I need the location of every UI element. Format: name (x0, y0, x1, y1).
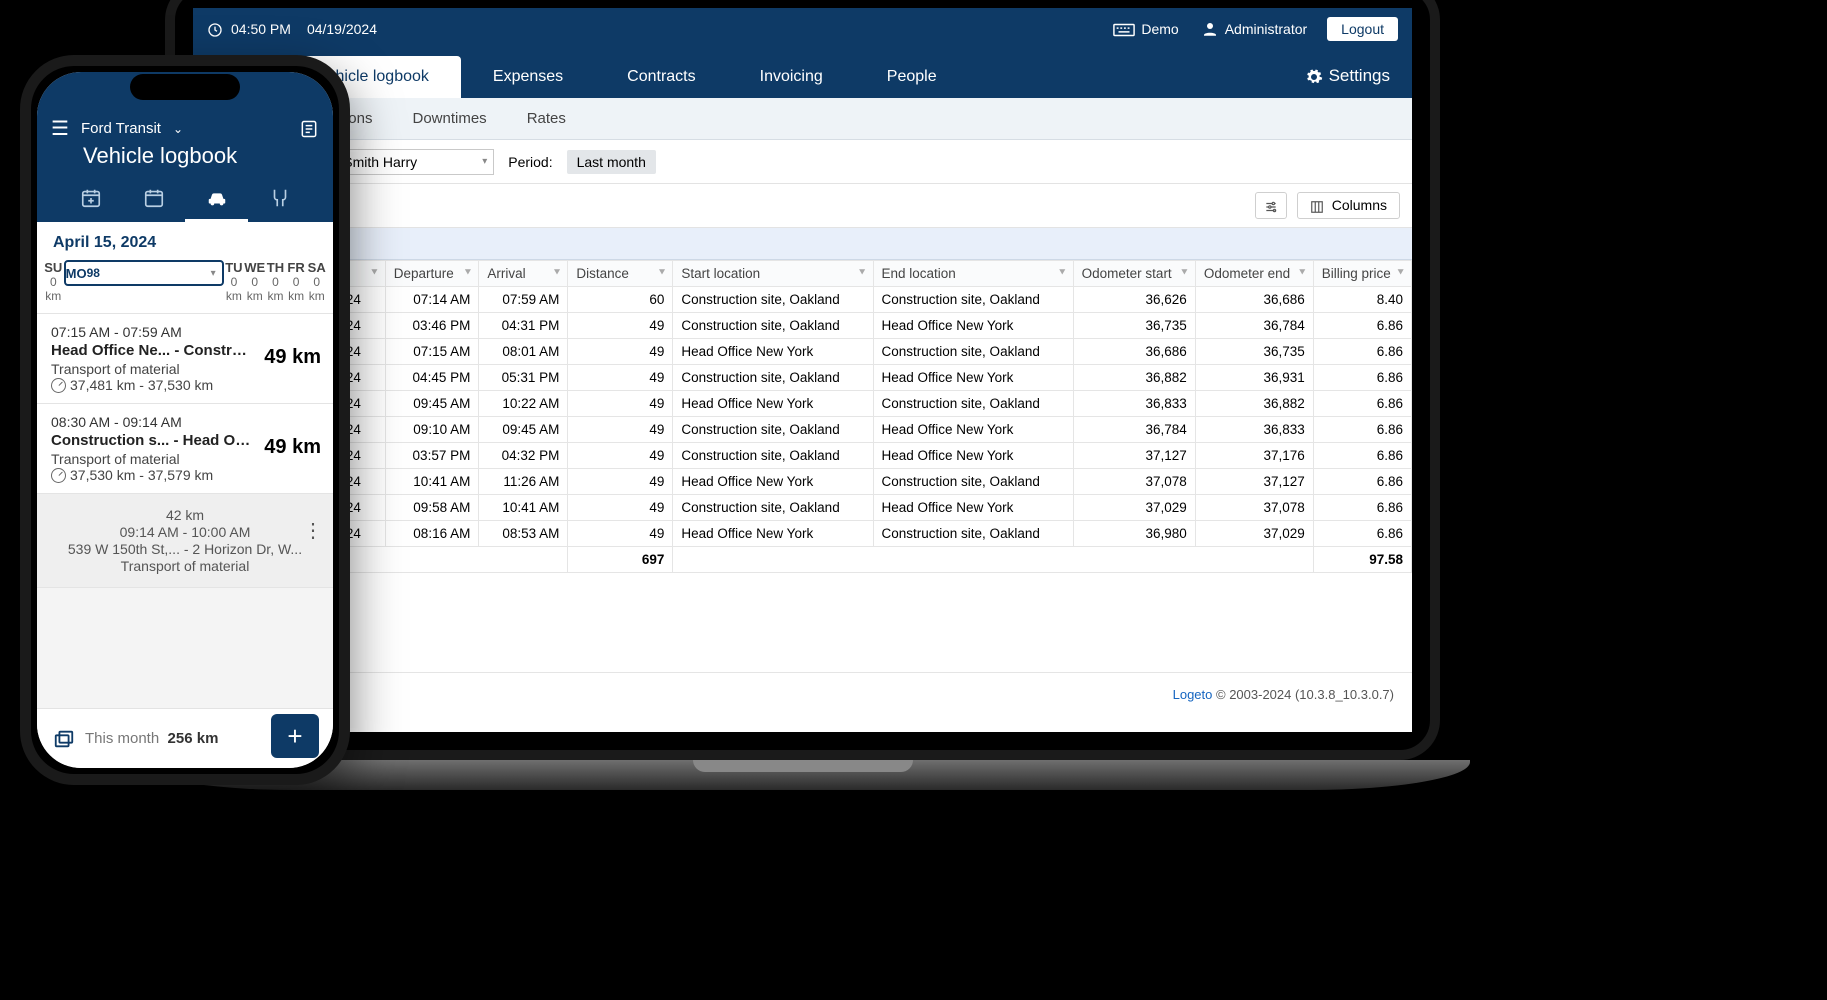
filter-icon[interactable]: ⯆ (1058, 267, 1067, 280)
col-odometer-start[interactable]: Odometer start⯆ (1073, 261, 1195, 287)
topbar: 04:50 PM 04/19/2024 Demo Administrator L… (193, 8, 1412, 50)
col-odometer-end[interactable]: Odometer end⯆ (1195, 261, 1313, 287)
sliders-icon (1264, 197, 1278, 213)
table-row[interactable]: d Transit03/08/202403:57 PM04:32 PM49Con… (194, 443, 1412, 469)
day-sa[interactable]: SA0 km (306, 260, 327, 303)
day-mo[interactable]: MO98 (64, 260, 224, 286)
filter-icon[interactable]: ⯆ (1180, 267, 1189, 280)
trips-table: cle⯆Date▲⯆Departure⯆Arrival⯆Distance⯆Sta… (193, 260, 1412, 573)
table-row[interactable]: d Transit03/07/202404:45 PM05:31 PM49Con… (194, 365, 1412, 391)
table-row[interactable]: d Transit03/04/202407:14 AM07:59 AM60Con… (194, 287, 1412, 313)
desktop-app: 04:50 PM 04/19/2024 Demo Administrator L… (193, 8, 1412, 732)
filter-icon[interactable]: ⯆ (1298, 267, 1307, 280)
grid-settings-button[interactable] (1255, 192, 1287, 218)
tab-calendar-plus[interactable] (59, 187, 122, 222)
more-icon[interactable]: ⋮ (303, 518, 323, 543)
col-start-location[interactable]: Start location⯆ (673, 261, 873, 287)
trip-item[interactable]: 07:15 AM - 07:59 AMHead Office Ne... - C… (37, 314, 333, 404)
col-distance[interactable]: Distance⯆ (568, 261, 673, 287)
account-label[interactable]: Demo (1141, 21, 1178, 37)
day-su[interactable]: SU0 km (43, 260, 64, 303)
col-arrival[interactable]: Arrival⯆ (479, 261, 568, 287)
odometer-icon (51, 468, 66, 483)
table-row[interactable]: d Transit03/08/202409:58 AM10:41 AM49Con… (194, 495, 1412, 521)
total-price: 97.58 (1313, 547, 1411, 573)
col-end-location[interactable]: End location⯆ (873, 261, 1073, 287)
filter-icon[interactable]: ⯆ (1396, 267, 1405, 280)
sub-tabs: clesTrip reasonsDowntimesRates (193, 98, 1412, 140)
user-icon (1201, 20, 1219, 38)
chevron-down-icon[interactable]: ⌄ (173, 122, 183, 136)
brand-link[interactable]: Logeto (1173, 687, 1213, 702)
table-row[interactable]: d Transit03/08/202408:16 AM08:53 AM49Hea… (194, 521, 1412, 547)
page-title: Vehicle logbook (51, 141, 319, 183)
list-icon[interactable] (299, 119, 319, 139)
user-name[interactable]: Administrator (1225, 21, 1307, 37)
columns-button[interactable]: Columns (1297, 192, 1400, 218)
topbar-date: 04/19/2024 (307, 21, 377, 37)
tab-vehicle[interactable] (185, 187, 248, 222)
table-row[interactable]: d Transit03/08/202410:41 AM11:26 AM49Hea… (194, 469, 1412, 495)
add-button[interactable]: + (271, 714, 319, 758)
col-billing-price[interactable]: Billing price⯆ (1313, 261, 1411, 287)
period-select[interactable]: Last month (567, 150, 656, 174)
tab-people[interactable]: People (855, 56, 969, 98)
settings-link[interactable]: Settings (1305, 66, 1412, 98)
stack-icon[interactable] (53, 727, 75, 750)
footer: ✉ support@logeto.com Logeto © 2003-2024 … (193, 672, 1412, 732)
filter-icon[interactable]: ⯆ (553, 267, 562, 280)
driver-select[interactable]: Smith Harry (334, 149, 494, 175)
mobile-tabs (51, 183, 319, 222)
day-th[interactable]: TH0 km (265, 260, 286, 303)
filter-icon[interactable]: ⯆ (858, 267, 867, 280)
subtab-rates[interactable]: Rates (507, 102, 586, 135)
mobile-footer: This month 256 km + (37, 708, 333, 768)
filter-icon[interactable]: ⯆ (464, 267, 473, 280)
table-row[interactable]: d Transit03/07/202409:45 AM10:22 AM49Hea… (194, 391, 1412, 417)
tab-calendar[interactable] (122, 187, 185, 222)
odometer-icon (51, 378, 66, 393)
laptop-frame: 04:50 PM 04/19/2024 Demo Administrator L… (165, 0, 1440, 760)
week-selector: SU0 kmMO98TU0 kmWE0 kmTH0 kmFR0 kmSA0 km (37, 260, 333, 314)
filter-icon[interactable]: ⯆ (370, 267, 379, 280)
vehicle-name[interactable]: Ford Transit (81, 120, 161, 137)
selected-date[interactable]: April 15, 2024 (37, 222, 333, 260)
suggested-trip[interactable]: 42 km 09:14 AM - 10:00 AM 539 W 150th St… (37, 494, 333, 588)
filters-bar: Driver: Smith Harry Period: Last month (193, 140, 1412, 184)
tab-contracts[interactable]: Contracts (595, 56, 727, 98)
subtab-downtimes[interactable]: Downtimes (393, 102, 507, 135)
tab-invoicing[interactable]: Invoicing (728, 56, 855, 98)
phone-notch (130, 74, 240, 100)
period-label: Period: (508, 154, 552, 170)
grid-toolbar: ⤓Export Columns (193, 184, 1412, 228)
topbar-time: 04:50 PM (231, 21, 291, 37)
col-departure[interactable]: Departure⯆ (385, 261, 479, 287)
timezone-tail: ean Time) (211, 703, 1394, 718)
logout-button[interactable]: Logout (1327, 17, 1398, 41)
tab-tools[interactable] (248, 187, 311, 222)
gear-icon (1305, 66, 1323, 86)
group-hint[interactable]: up by that column (193, 228, 1412, 260)
columns-icon (1310, 197, 1328, 213)
clock-icon (207, 20, 223, 37)
keyboard-icon (1113, 21, 1135, 37)
main-tabs: ngVehicle logbookExpensesContractsInvoic… (193, 50, 1412, 98)
copyright: © 2003-2024 (10.3.8_10.3.0.7) (1216, 687, 1394, 702)
total-distance: 697 (568, 547, 673, 573)
day-fr[interactable]: FR0 km (286, 260, 307, 303)
day-we[interactable]: WE0 km (244, 260, 265, 303)
hamburger-icon[interactable]: ☰ (51, 116, 69, 141)
pager: 1 2 ▸ (193, 573, 1412, 623)
tab-expenses[interactable]: Expenses (461, 56, 595, 98)
table-row[interactable]: d Transit03/06/202407:15 AM08:01 AM49Hea… (194, 339, 1412, 365)
table-row[interactable]: d Transit03/07/202409:10 AM09:45 AM49Con… (194, 417, 1412, 443)
filter-icon[interactable]: ⯆ (658, 267, 667, 280)
mobile-app: ☰ Ford Transit ⌄ Vehicle logbook April 1… (37, 72, 333, 768)
phone-frame: ☰ Ford Transit ⌄ Vehicle logbook April 1… (20, 55, 350, 785)
day-tu[interactable]: TU0 km (224, 260, 245, 303)
trip-item[interactable]: 08:30 AM - 09:14 AMConstruction s... - H… (37, 404, 333, 494)
month-summary: This month 256 km (85, 730, 218, 747)
table-row[interactable]: d Transit03/06/202403:46 PM04:31 PM49Con… (194, 313, 1412, 339)
